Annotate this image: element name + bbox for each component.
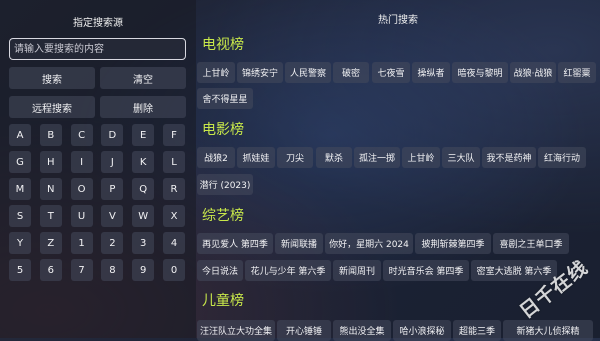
key-r[interactable]: R [163, 178, 185, 200]
key-z[interactable]: Z [39, 232, 62, 254]
key-v[interactable]: V [101, 205, 124, 227]
chip-variety[interactable]: 你好，星期六 2024 [325, 233, 413, 254]
key-d[interactable]: D [101, 124, 124, 146]
key-u[interactable]: U [70, 205, 93, 227]
chip-tv[interactable]: 操纵者 [412, 62, 450, 83]
chip-movie[interactable]: 上甘岭 [402, 147, 440, 168]
search-source-title: 指定搜索源 [73, 18, 123, 29]
chip-movie[interactable]: 战狼2 [197, 147, 235, 168]
chip-tv[interactable]: 锦绣安宁 [237, 62, 283, 83]
search-input[interactable] [9, 38, 186, 60]
key-e[interactable]: E [132, 124, 155, 146]
key-i[interactable]: I [70, 151, 93, 173]
category-title-kids: 儿童榜 [202, 293, 244, 309]
key-0[interactable]: 0 [163, 259, 185, 281]
key-n[interactable]: N [39, 178, 62, 200]
chip-tv[interactable]: 暗夜与黎明 [452, 62, 508, 83]
key-2[interactable]: 2 [101, 232, 124, 254]
key-1[interactable]: 1 [70, 232, 93, 254]
search-button[interactable]: 搜索 [9, 67, 95, 89]
key-h[interactable]: H [39, 151, 62, 173]
hot-search-title: 热门搜索 [378, 15, 418, 26]
remote-search-button[interactable]: 远程搜索 [9, 96, 95, 118]
chip-tv[interactable]: 七夜雪 [372, 62, 410, 83]
chip-movie[interactable]: 孤注一掷 [354, 147, 400, 168]
category-title-variety: 综艺榜 [202, 208, 244, 224]
chip-tv[interactable]: 舍不得星星 [197, 88, 253, 109]
chip-tv[interactable]: 人民警察 [285, 62, 331, 83]
chip-movie[interactable]: 刀尖 [277, 147, 313, 168]
chip-tv[interactable]: 破密 [333, 62, 369, 83]
chip-variety[interactable]: 再见爱人 第四季 [197, 233, 273, 254]
chip-movie[interactable]: 潜行 (2023) [197, 174, 253, 195]
key-m[interactable]: M [9, 178, 31, 200]
key-g[interactable]: G [9, 151, 31, 173]
search-panel: 指定搜索源 搜索 清空 远程搜索 删除 ABCDEF GHIJKL MNOPQR ST… [0, 0, 196, 338]
key-3[interactable]: 3 [132, 232, 155, 254]
chip-variety[interactable]: 喜剧之王单口季 [493, 233, 569, 254]
chip-variety[interactable]: 时光音乐会 第四季 [383, 260, 469, 281]
chip-variety[interactable]: 新闻周刊 [333, 260, 381, 281]
clear-button[interactable]: 清空 [100, 67, 186, 89]
key-y[interactable]: Y [9, 232, 31, 254]
key-o[interactable]: O [70, 178, 93, 200]
chip-movie[interactable]: 三大队 [442, 147, 480, 168]
chip-tv[interactable]: 战狼·战狼 [510, 62, 556, 83]
key-w[interactable]: W [132, 205, 155, 227]
chip-movie[interactable]: 默杀 [316, 147, 352, 168]
key-t[interactable]: T [39, 205, 62, 227]
key-p[interactable]: P [101, 178, 124, 200]
chip-tv[interactable]: 红罂粟 [558, 62, 596, 83]
key-9[interactable]: 9 [132, 259, 155, 281]
chip-variety[interactable]: 披荆斩棘第四季 [415, 233, 491, 254]
key-b[interactable]: B [39, 124, 62, 146]
key-a[interactable]: A [9, 124, 31, 146]
chip-movie[interactable]: 抓娃娃 [237, 147, 275, 168]
key-c[interactable]: C [70, 124, 93, 146]
chip-variety[interactable]: 花儿与少年 第六季 [245, 260, 331, 281]
key-f[interactable]: F [163, 124, 185, 146]
key-l[interactable]: L [163, 151, 185, 173]
key-6[interactable]: 6 [39, 259, 62, 281]
chip-movie[interactable]: 红海行动 [538, 147, 586, 168]
category-title-tv: 电视榜 [202, 37, 244, 53]
key-5[interactable]: 5 [9, 259, 31, 281]
key-j[interactable]: J [101, 151, 124, 173]
key-s[interactable]: S [9, 205, 31, 227]
chip-variety[interactable]: 新闻联播 [275, 233, 323, 254]
delete-button[interactable]: 删除 [100, 96, 186, 118]
chip-tv[interactable]: 上甘岭 [197, 62, 235, 83]
key-8[interactable]: 8 [101, 259, 124, 281]
chip-variety[interactable]: 今日说法 [197, 260, 243, 281]
key-4[interactable]: 4 [163, 232, 185, 254]
chip-movie[interactable]: 我不是药神 [482, 147, 536, 168]
key-k[interactable]: K [132, 151, 155, 173]
category-title-movie: 电影榜 [202, 122, 244, 138]
key-q[interactable]: Q [132, 178, 155, 200]
key-7[interactable]: 7 [70, 259, 93, 281]
watermark-logo: 日千在线 [515, 256, 593, 324]
key-x[interactable]: X [163, 205, 185, 227]
